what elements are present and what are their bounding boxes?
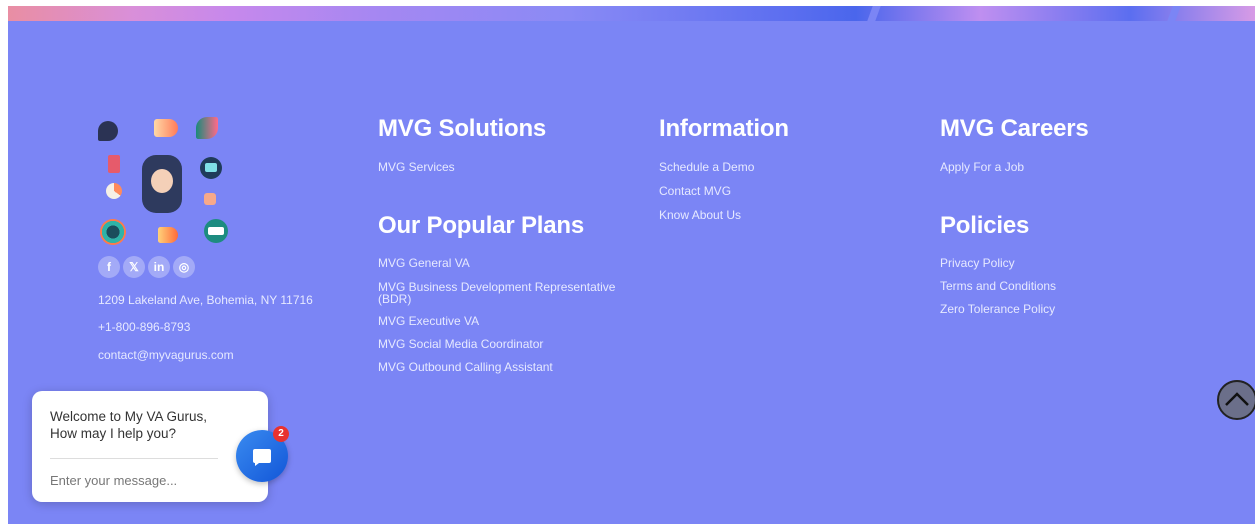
link-plan-general-va[interactable]: MVG General VA	[378, 257, 470, 270]
chevron-up-icon	[1225, 392, 1249, 406]
link-contact-mvg[interactable]: Contact MVG	[659, 185, 731, 198]
company-email[interactable]: contact@myvagurus.com	[98, 348, 234, 362]
message-screen-icon	[205, 163, 217, 172]
chat-shape-icon	[154, 119, 178, 137]
chat-widget: Welcome to My VA Gurus, How may I help y…	[32, 391, 268, 502]
plans-heading: Our Popular Plans	[378, 212, 584, 239]
link-know-about-us[interactable]: Know About Us	[659, 209, 741, 222]
chat-welcome-message: Welcome to My VA Gurus, How may I help y…	[50, 409, 208, 441]
link-privacy-policy[interactable]: Privacy Policy	[940, 257, 1015, 270]
chat-shape-icon-2	[158, 227, 178, 243]
facebook-icon[interactable]: f	[98, 256, 120, 278]
link-terms-conditions[interactable]: Terms and Conditions	[940, 280, 1056, 293]
printer-body-icon	[208, 227, 224, 235]
link-mvg-services[interactable]: MVG Services	[378, 161, 455, 174]
company-phone[interactable]: +1-800-896-8793	[98, 320, 190, 334]
information-heading: Information	[659, 115, 789, 142]
decorative-gradient-band	[8, 6, 1255, 21]
chat-divider	[50, 458, 218, 459]
unread-count-badge: 2	[273, 426, 289, 442]
company-address: 1209 Lakeland Ave, Bohemia, NY 11716	[98, 293, 313, 307]
cup-icon	[204, 193, 216, 205]
pie-chart-icon	[106, 183, 122, 199]
document-icon	[108, 155, 120, 173]
link-plan-social-media[interactable]: MVG Social Media Coordinator	[378, 338, 543, 351]
assistant-face-icon	[151, 169, 173, 193]
scroll-to-top-button[interactable]	[1217, 380, 1255, 420]
solutions-heading: MVG Solutions	[378, 115, 547, 142]
link-zero-tolerance[interactable]: Zero Tolerance Policy	[940, 303, 1055, 316]
clock-icon	[100, 219, 126, 245]
chat-message-input[interactable]	[48, 467, 202, 493]
careers-heading: MVG Careers	[940, 115, 1089, 142]
instagram-icon[interactable]: ◎	[173, 256, 195, 278]
link-plan-bdr[interactable]: MVG Business Development Representative …	[378, 281, 638, 305]
mail-icon	[98, 121, 118, 141]
link-apply-job[interactable]: Apply For a Job	[940, 161, 1024, 174]
linkedin-icon[interactable]: in	[148, 256, 170, 278]
link-plan-executive-va[interactable]: MVG Executive VA	[378, 315, 479, 328]
x-icon[interactable]: 𝕏	[123, 256, 145, 278]
policies-heading: Policies	[940, 212, 1030, 239]
brand-logo-cluster	[98, 111, 238, 251]
link-plan-outbound-calling[interactable]: MVG Outbound Calling Assistant	[378, 361, 553, 374]
leaf-shape-icon	[196, 117, 218, 139]
link-schedule-demo[interactable]: Schedule a Demo	[659, 161, 754, 174]
